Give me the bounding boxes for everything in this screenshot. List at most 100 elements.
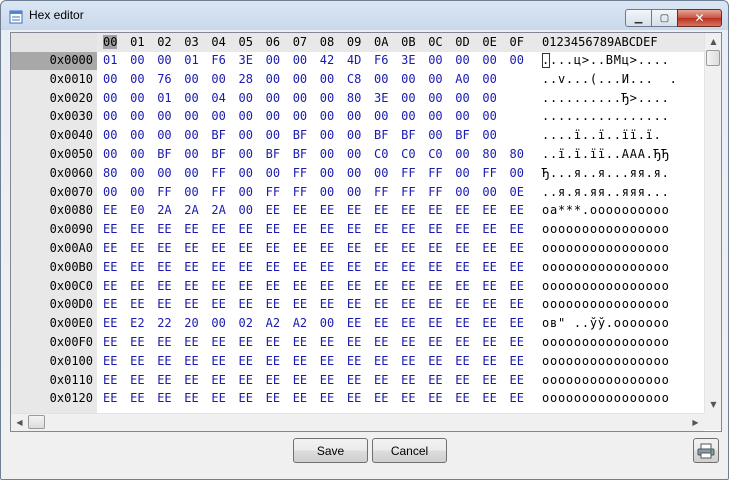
hex-byte-cell[interactable]: EE bbox=[347, 241, 361, 255]
hex-byte-cell[interactable]: EE bbox=[510, 354, 524, 368]
hex-byte-cell[interactable]: 00 bbox=[320, 166, 334, 180]
hex-byte-cell[interactable]: EE bbox=[157, 335, 171, 349]
hex-byte-cell[interactable]: EE bbox=[482, 260, 496, 274]
horizontal-scroll-thumb[interactable] bbox=[28, 415, 45, 429]
hex-byte-cell[interactable]: EE bbox=[320, 222, 334, 236]
hex-byte-cell[interactable]: 00 bbox=[320, 316, 334, 330]
ascii-cell[interactable]: ....ц>..BMц>.... bbox=[542, 53, 670, 67]
hex-byte-cell[interactable]: 00 bbox=[239, 91, 253, 105]
hex-byte-cell[interactable]: 00 bbox=[130, 53, 144, 67]
maximize-button[interactable]: ▢ bbox=[651, 9, 678, 27]
hex-byte-cell[interactable]: A2 bbox=[266, 316, 280, 330]
hex-byte-cell[interactable]: 00 bbox=[184, 147, 198, 161]
hex-byte-cell[interactable]: 00 bbox=[239, 109, 253, 123]
hex-byte-cell[interactable]: 00 bbox=[455, 53, 469, 67]
hex-byte-cell[interactable]: 00 bbox=[293, 72, 307, 86]
hex-byte-cell[interactable]: 00 bbox=[184, 128, 198, 142]
hex-byte-cell[interactable]: EE bbox=[401, 279, 415, 293]
hex-byte-cell[interactable]: EE bbox=[482, 241, 496, 255]
hex-byte-cell[interactable]: EE bbox=[347, 222, 361, 236]
hex-byte-cell[interactable]: 00 bbox=[184, 109, 198, 123]
hex-view[interactable]: 0123456789ABCDEF 00 01 02 03 04 05 06 07 08 09 0A 0… bbox=[10, 32, 722, 432]
scroll-left-arrow-icon[interactable]: ◀ bbox=[11, 414, 28, 431]
hex-byte-cell[interactable]: A0 bbox=[455, 72, 469, 86]
hex-byte-cell[interactable]: EE bbox=[482, 316, 496, 330]
hex-byte-cell[interactable]: 04 bbox=[211, 91, 225, 105]
save-button[interactable]: Save bbox=[293, 438, 368, 463]
ascii-cell[interactable]: ..v...(...И... . bbox=[542, 72, 678, 86]
hex-byte-cell[interactable]: FF bbox=[482, 166, 496, 180]
hex-byte-cell[interactable]: 00 bbox=[130, 166, 144, 180]
hex-byte-cell[interactable]: EE bbox=[103, 222, 117, 236]
hex-byte-cell[interactable]: EE bbox=[482, 354, 496, 368]
hex-byte-cell[interactable]: EE bbox=[239, 222, 253, 236]
hex-byte-cell[interactable]: EE bbox=[510, 391, 524, 405]
horizontal-scrollbar[interactable]: ◀ ▶ bbox=[11, 413, 704, 431]
hex-byte-cell[interactable]: EE bbox=[293, 354, 307, 368]
hex-byte-cell[interactable]: EE bbox=[103, 354, 117, 368]
hex-byte-cell[interactable]: EE bbox=[103, 203, 117, 217]
hex-byte-cell[interactable]: EE bbox=[401, 373, 415, 387]
hex-byte-cell[interactable]: EE bbox=[266, 335, 280, 349]
hex-byte-cell[interactable]: EE bbox=[510, 260, 524, 274]
hex-byte-cell[interactable]: FF bbox=[157, 185, 171, 199]
hex-byte-cell[interactable]: EE bbox=[184, 373, 198, 387]
hex-byte-cell[interactable]: C0 bbox=[401, 147, 415, 161]
hex-byte-cell[interactable]: EE bbox=[266, 279, 280, 293]
ascii-cell[interactable]: ..я.я.яя..яяя... bbox=[542, 185, 670, 199]
hex-byte-cell[interactable]: EE bbox=[184, 241, 198, 255]
hex-byte-cell[interactable]: 00 bbox=[482, 53, 496, 67]
hex-byte-cell[interactable]: EE bbox=[510, 222, 524, 236]
ascii-cell[interactable]: ..ї.ї.її..ААА.ЂЂ bbox=[542, 147, 670, 161]
hex-byte-cell[interactable]: EE bbox=[211, 260, 225, 274]
hex-byte-cell[interactable]: 00 bbox=[320, 109, 334, 123]
hex-byte-cell[interactable]: EE bbox=[455, 391, 469, 405]
hex-byte-cell[interactable]: 00 bbox=[428, 128, 442, 142]
hex-byte-cell[interactable]: EE bbox=[130, 391, 144, 405]
hex-byte-cell[interactable]: EE bbox=[428, 373, 442, 387]
print-button[interactable] bbox=[693, 438, 719, 463]
hex-byte-cell[interactable]: EE bbox=[320, 297, 334, 311]
hex-byte-cell[interactable]: EE bbox=[157, 373, 171, 387]
hex-byte-cell[interactable]: 00 bbox=[347, 128, 361, 142]
hex-byte-cell[interactable]: EE bbox=[455, 297, 469, 311]
ascii-cell[interactable]: oooooooooooooooo bbox=[542, 222, 670, 236]
hex-byte-cell[interactable]: BF bbox=[293, 147, 307, 161]
hex-byte-cell[interactable]: 00 bbox=[428, 72, 442, 86]
hex-byte-cell[interactable]: EE bbox=[401, 316, 415, 330]
hex-byte-cell[interactable]: EE bbox=[293, 335, 307, 349]
ascii-cell[interactable]: oooooooooooooooo bbox=[542, 279, 670, 293]
hex-byte-cell[interactable]: EE bbox=[103, 241, 117, 255]
hex-byte-cell[interactable]: 00 bbox=[103, 72, 117, 86]
hex-byte-cell[interactable]: 00 bbox=[130, 109, 144, 123]
hex-byte-cell[interactable]: 00 bbox=[266, 109, 280, 123]
hex-byte-cell[interactable]: EE bbox=[401, 335, 415, 349]
hex-byte-cell[interactable]: EE bbox=[266, 354, 280, 368]
hex-byte-cell[interactable]: 00 bbox=[320, 185, 334, 199]
hex-byte-cell[interactable]: EE bbox=[239, 391, 253, 405]
hex-byte-cell[interactable]: EE bbox=[401, 241, 415, 255]
hex-byte-cell[interactable]: EE bbox=[293, 279, 307, 293]
hex-byte-cell[interactable]: 3E bbox=[239, 53, 253, 67]
hex-byte-cell[interactable]: EE bbox=[103, 335, 117, 349]
hex-byte-cell[interactable]: EE bbox=[455, 373, 469, 387]
hex-byte-cell[interactable]: EE bbox=[266, 260, 280, 274]
hex-byte-cell[interactable]: BF bbox=[374, 128, 388, 142]
hex-byte-cell[interactable]: EE bbox=[239, 241, 253, 255]
hex-byte-cell[interactable]: 00 bbox=[184, 72, 198, 86]
hex-byte-cell[interactable]: EE bbox=[347, 335, 361, 349]
hex-byte-cell[interactable]: EE bbox=[157, 297, 171, 311]
ascii-cell[interactable]: oooooooooooooooo bbox=[542, 241, 670, 255]
hex-byte-cell[interactable]: 00 bbox=[482, 91, 496, 105]
hex-byte-cell[interactable]: EE bbox=[510, 203, 524, 217]
hex-byte-cell[interactable]: 2A bbox=[184, 203, 198, 217]
hex-byte-cell[interactable]: 00 bbox=[130, 128, 144, 142]
hex-byte-cell[interactable]: 00 bbox=[401, 91, 415, 105]
hex-byte-cell[interactable]: EE bbox=[184, 335, 198, 349]
hex-byte-cell[interactable]: EE bbox=[239, 354, 253, 368]
hex-byte-cell[interactable]: EE bbox=[157, 222, 171, 236]
hex-byte-cell[interactable]: 01 bbox=[157, 91, 171, 105]
hex-byte-cell[interactable]: FF bbox=[401, 185, 415, 199]
hex-byte-cell[interactable]: EE bbox=[266, 203, 280, 217]
hex-byte-cell[interactable]: EE bbox=[184, 222, 198, 236]
